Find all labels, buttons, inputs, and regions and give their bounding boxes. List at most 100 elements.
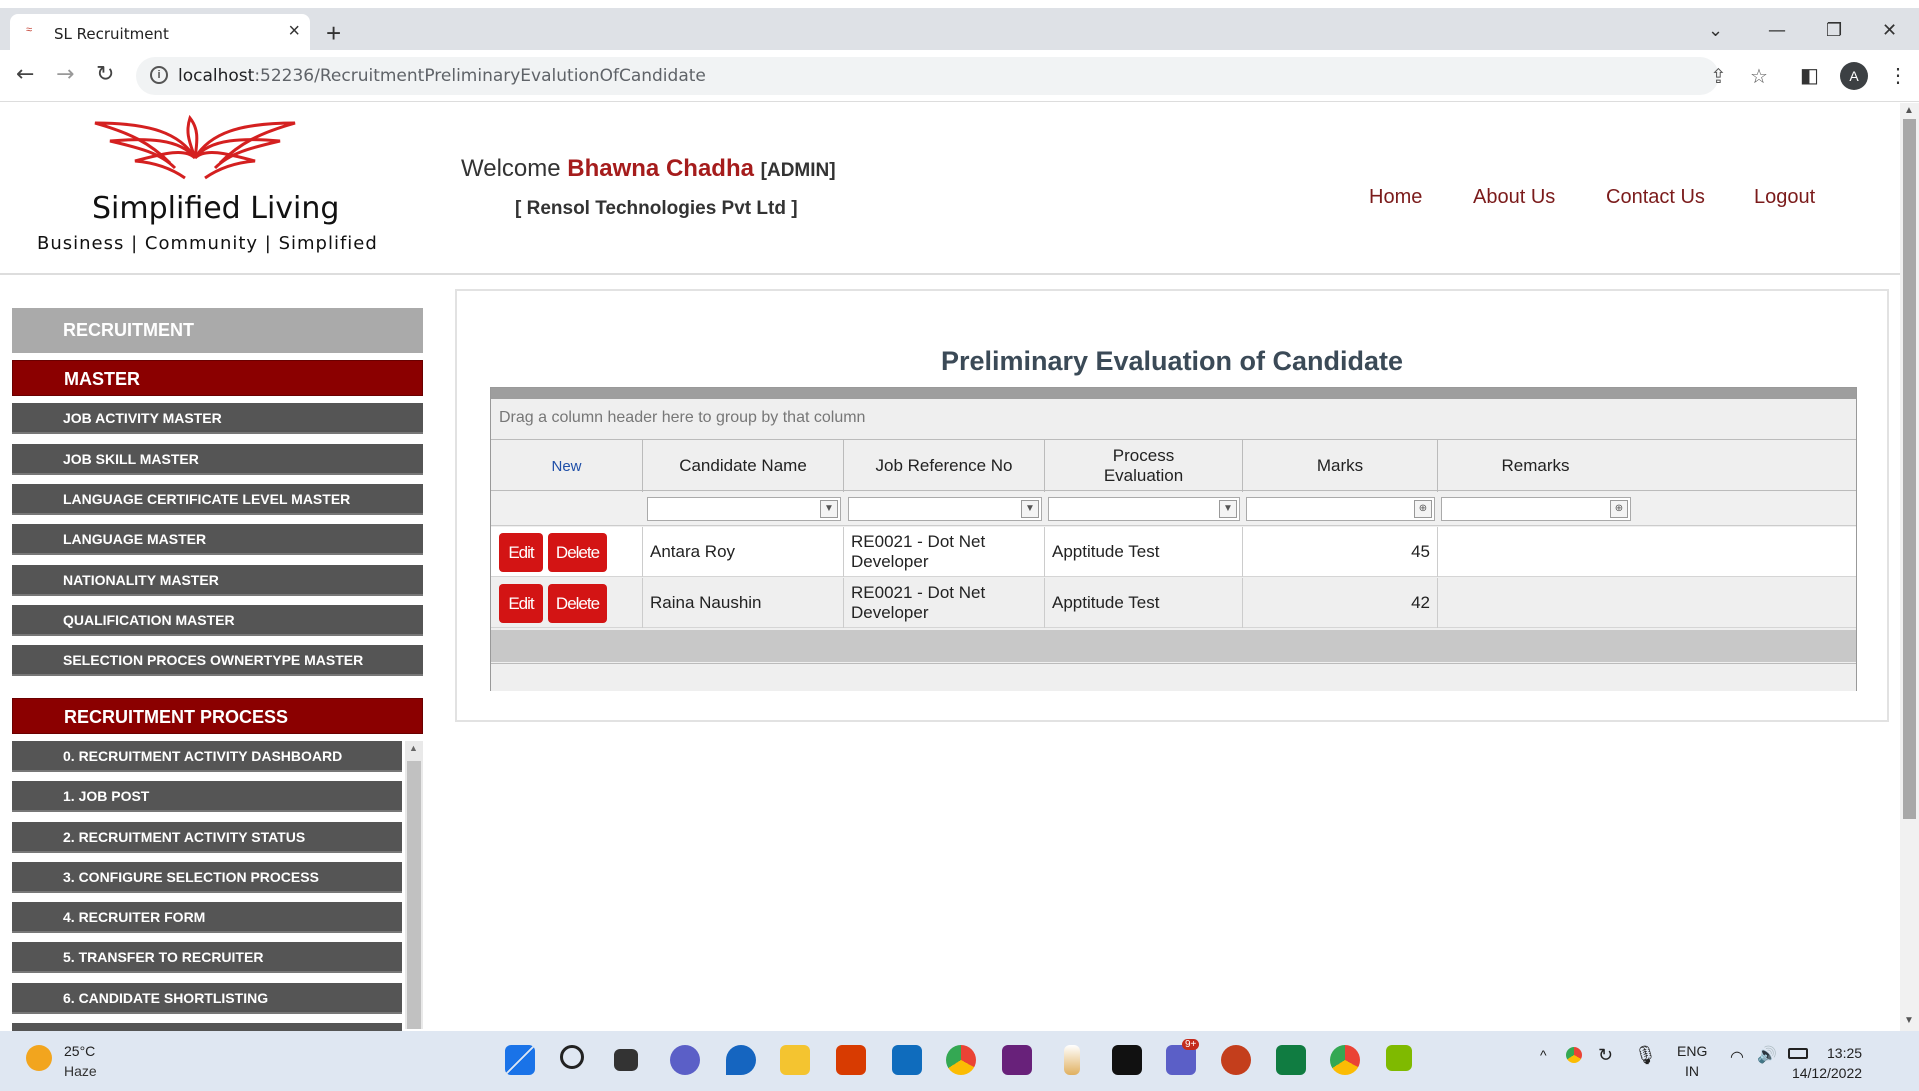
forward-arrow-icon[interactable]: → [56,62,74,87]
edit-button[interactable]: Edit [499,533,543,572]
battery-icon[interactable] [1788,1048,1808,1059]
column-header-candidate-name[interactable]: Candidate Name [643,440,844,492]
group-by-panel[interactable]: Drag a column header here to group by th… [499,409,865,427]
mail-icon[interactable] [892,1045,922,1075]
weather-sun-icon[interactable] [26,1045,52,1071]
side-panel-icon[interactable]: ◧ [1800,63,1819,88]
new-tab-icon[interactable]: + [326,18,341,49]
column-header-marks[interactable]: Marks [1243,440,1438,492]
office-icon[interactable] [836,1045,866,1075]
filter-job-reference-no[interactable]: ▼ [848,497,1042,521]
sidebar-item-recruitment-activity-status[interactable]: 2. RECRUITMENT ACTIVITY STATUS [12,822,402,853]
delete-button[interactable]: Delete [548,533,607,572]
share-icon[interactable]: ⇪ [1710,64,1727,89]
column-header-process-evaluation[interactable]: Process Evaluation [1045,440,1243,492]
sidebar-item-language-master[interactable]: LANGUAGE MASTER [12,524,423,555]
language-region[interactable]: IN [1685,1063,1699,1079]
windows-start-icon[interactable] [505,1045,535,1075]
filter-remarks[interactable]: ⊕ [1441,497,1631,521]
chrome-tray-icon[interactable] [1566,1047,1582,1063]
visual-studio-icon[interactable] [1002,1045,1032,1075]
sidebar-section-recruitment[interactable]: RECRUITMENT [12,308,423,353]
sidebar-item-candidate-shortlisting[interactable]: 6. CANDIDATE SHORTLISTING [12,983,402,1014]
language-code[interactable]: ENG [1677,1043,1707,1059]
maps-pin-icon[interactable] [726,1045,756,1075]
chevron-down-icon[interactable]: ▼ [1219,500,1237,518]
sidebar-item-transfer-to-recruiter[interactable]: 5. TRANSFER TO RECRUITER [12,942,402,973]
filter-candidate-name[interactable]: ▼ [647,497,841,521]
pencil-app-icon[interactable] [1064,1045,1080,1075]
edit-button[interactable]: Edit [499,584,543,623]
close-tab-icon[interactable]: × [288,20,300,43]
sidebar-item-job-activity-master[interactable]: JOB ACTIVITY MASTER [12,403,423,434]
url-text[interactable]: localhost:52236/RecruitmentPreliminaryEv… [178,66,706,86]
figma-icon[interactable] [1112,1045,1142,1075]
chrome-icon[interactable] [946,1045,976,1075]
column-header-job-reference-no[interactable]: Job Reference No [844,440,1045,492]
sidebar-item-configure-selection-process[interactable]: 3. CONFIGURE SELECTION PROCESS [12,862,402,893]
nav-logout[interactable]: Logout [1754,186,1815,209]
sidebar-item-job-skill-master[interactable]: JOB SKILL MASTER [12,444,423,475]
sidebar-item-qualification-master[interactable]: QUALIFICATION MASTER [12,605,423,636]
teams-icon[interactable]: 9+ [1166,1039,1200,1075]
tab-search-chevron-icon[interactable]: ⌄ [1708,20,1723,41]
search-icon[interactable] [560,1045,584,1069]
nav-contact-us[interactable]: Contact Us [1606,186,1705,209]
scroll-up-arrow-icon[interactable]: ▲ [409,743,418,753]
scroll-up-arrow-icon[interactable]: ▲ [1904,105,1914,116]
minimize-icon[interactable]: — [1768,20,1786,41]
back-arrow-icon[interactable]: ← [16,62,34,87]
volume-icon[interactable]: 🔊 [1757,1045,1777,1065]
page-scroll-thumb[interactable] [1903,119,1916,819]
site-info-icon[interactable]: i [150,66,168,84]
system-clock[interactable]: 13:25 14/12/2022 [1792,1043,1862,1083]
browser-menu-icon[interactable]: ⋮ [1888,63,1908,88]
scroll-down-arrow-icon[interactable]: ▼ [1904,1015,1914,1026]
delete-button[interactable]: Delete [548,584,607,623]
filter-marks[interactable]: ⊕ [1246,497,1435,521]
chevron-down-icon[interactable]: ▼ [820,500,838,518]
filter-options-icon[interactable]: ⊕ [1414,500,1432,518]
powerpoint-icon[interactable] [1221,1045,1251,1075]
sidebar-item-partial[interactable] [12,1023,402,1031]
sidebar-item-recruitment-activity-dashboard[interactable]: 0. RECRUITMENT ACTIVITY DASHBOARD [12,741,402,772]
sidebar-section-master[interactable]: MASTER [12,360,423,396]
sidebar-item-recruiter-form[interactable]: 4. RECRUITER FORM [12,902,402,933]
close-window-icon[interactable]: ✕ [1882,20,1897,41]
sidebar-item-language-certificate-level-master[interactable]: LANGUAGE CERTIFICATE LEVEL MASTER [12,484,423,515]
bookmark-star-icon[interactable]: ☆ [1750,64,1768,89]
browser-tab[interactable]: ≈ SL Recruitment × [10,14,310,52]
teams-chat-icon[interactable] [670,1045,700,1075]
wifi-icon[interactable]: ◠ [1730,1047,1744,1067]
file-explorer-icon[interactable] [780,1045,810,1075]
excel-icon[interactable] [1276,1045,1306,1075]
page-scrollbar[interactable]: ▲ ▼ [1900,103,1919,1031]
address-bar[interactable]: i localhost:52236/RecruitmentPreliminary… [136,57,1768,95]
filter-options-icon[interactable]: ⊕ [1610,500,1628,518]
chevron-down-icon[interactable]: ▼ [1021,500,1039,518]
task-view-icon[interactable] [614,1049,638,1071]
teams-badge: 9+ [1182,1039,1200,1050]
chrome-active-icon[interactable] [1330,1045,1360,1075]
sidebar-item-job-post[interactable]: 1. JOB POST [12,781,402,812]
snipping-tool-icon[interactable] [1386,1045,1412,1071]
reload-icon[interactable]: ↻ [96,62,114,87]
weather-description[interactable]: Haze [64,1063,97,1079]
tray-chevron-up-icon[interactable]: ^ [1540,1047,1547,1063]
sidebar-section-recruitment-process[interactable]: RECRUITMENT PROCESS [12,698,423,734]
microphone-icon[interactable]: 🎙 [1634,1045,1657,1066]
sidebar-scrollbar[interactable]: ▲ [405,741,423,1029]
column-header-remarks[interactable]: Remarks [1438,440,1633,492]
new-record-link[interactable]: New [491,440,643,492]
sync-icon[interactable]: ↻ [1598,1045,1613,1066]
welcome-text: Welcome Bhawna Chadha [ADMIN] [461,155,836,183]
filter-process-evaluation[interactable]: ▼ [1048,497,1240,521]
nav-about-us[interactable]: About Us [1473,186,1555,209]
nav-home[interactable]: Home [1369,186,1422,209]
restore-icon[interactable]: ❐ [1826,20,1842,41]
sidebar-scroll-thumb[interactable] [407,761,421,1029]
sidebar-item-nationality-master[interactable]: NATIONALITY MASTER [12,565,423,596]
sidebar-item-selection-proces-ownertype-master[interactable]: SELECTION PROCES OWNERTYPE MASTER [12,645,423,676]
profile-avatar[interactable]: A [1840,62,1868,90]
weather-temperature[interactable]: 25°C [64,1043,95,1059]
